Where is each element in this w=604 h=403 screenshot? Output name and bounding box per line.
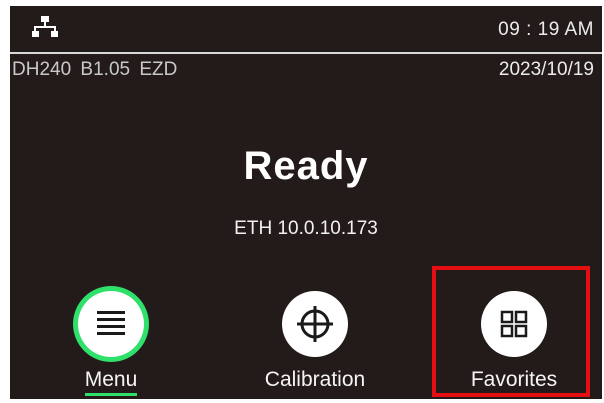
clock: 09 : 19 AM [498,19,594,40]
network-icon [32,16,58,37]
status-bar: 09 : 19 AM [10,6,602,52]
menu-circle [78,291,144,357]
hamburger-icon [97,311,125,335]
status-text: Ready [243,144,369,188]
menu-label: Menu [36,368,186,396]
menu-button[interactable]: Menu [36,272,186,396]
header-divider [10,52,602,54]
selection-highlight [432,266,590,397]
calibration-circle [282,291,348,357]
date: 2023/10/19 [498,59,594,80]
model-info: DH240 B1.05 EZD [12,59,178,80]
calibration-label: Calibration [264,368,366,391]
calibration-button[interactable]: Calibration [240,272,390,396]
network-address: ETH 10.0.10.173 [234,218,378,239]
crosshair-icon [297,306,333,342]
